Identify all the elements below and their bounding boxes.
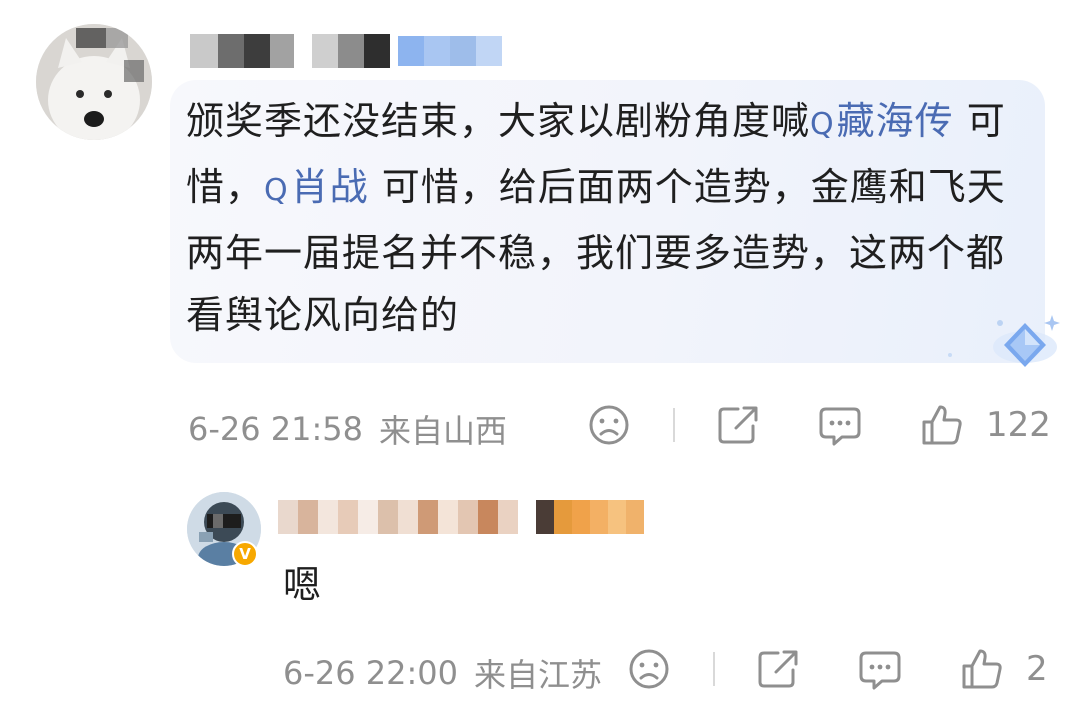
like-count: 122 (986, 405, 1051, 445)
reply-meta: 6-26 22:00 来自江苏 (283, 650, 602, 696)
share-button[interactable] (716, 404, 760, 446)
like-button[interactable]: 122 (920, 403, 1051, 447)
action-divider (713, 652, 715, 686)
diamond-decoration-icon (948, 315, 1060, 367)
comment-time: 6-26 21:58 (188, 410, 364, 448)
topic-link-cang-hai-zhuan[interactable]: Q藏海传 (810, 99, 954, 143)
commenter-badge-censored (398, 36, 502, 66)
reply-comment-button[interactable] (858, 649, 902, 691)
comment-text-part: 颁奖季还没结束，大家以剧粉角度喊 (186, 99, 811, 143)
reply-location: 来自江苏 (474, 656, 603, 694)
reply-share-button[interactable] (756, 648, 800, 690)
reply-name-censored[interactable] (278, 500, 518, 534)
reply-dislike-button[interactable] (628, 648, 670, 690)
share-icon (758, 650, 798, 688)
reply-badge-censored (536, 500, 644, 534)
commenter-avatar[interactable] (36, 24, 152, 140)
sad-face-icon (629, 649, 669, 689)
reply-text: 嗯 (283, 563, 322, 607)
reply-like-button[interactable]: 2 (960, 647, 1048, 691)
comment-button[interactable] (818, 405, 862, 447)
sad-face-icon (589, 405, 629, 445)
topic-link-xiao-zhan[interactable]: Q肖战 (264, 165, 369, 209)
search-icon: Q (810, 107, 835, 142)
thumbs-up-icon (962, 649, 1002, 689)
dislike-button[interactable] (588, 404, 630, 446)
comment-location: 来自山西 (379, 412, 508, 450)
verified-badge: V (232, 541, 258, 567)
thumbs-up-icon (922, 405, 962, 445)
action-divider (673, 408, 675, 442)
commenter-name-censored[interactable] (190, 34, 390, 68)
reply-time: 6-26 22:00 (283, 654, 459, 692)
comment-meta: 6-26 21:58 来自山西 (188, 406, 507, 452)
comment-icon (819, 407, 861, 446)
search-icon: Q (264, 173, 289, 208)
comment-icon (859, 651, 901, 690)
reply-like-count: 2 (1026, 649, 1048, 689)
share-icon (718, 406, 758, 444)
comment-text: 颁奖季还没结束，大家以剧粉角度喊Q藏海传 可惜，Q肖战 可惜，给后面两个造势，金… (186, 90, 1016, 346)
